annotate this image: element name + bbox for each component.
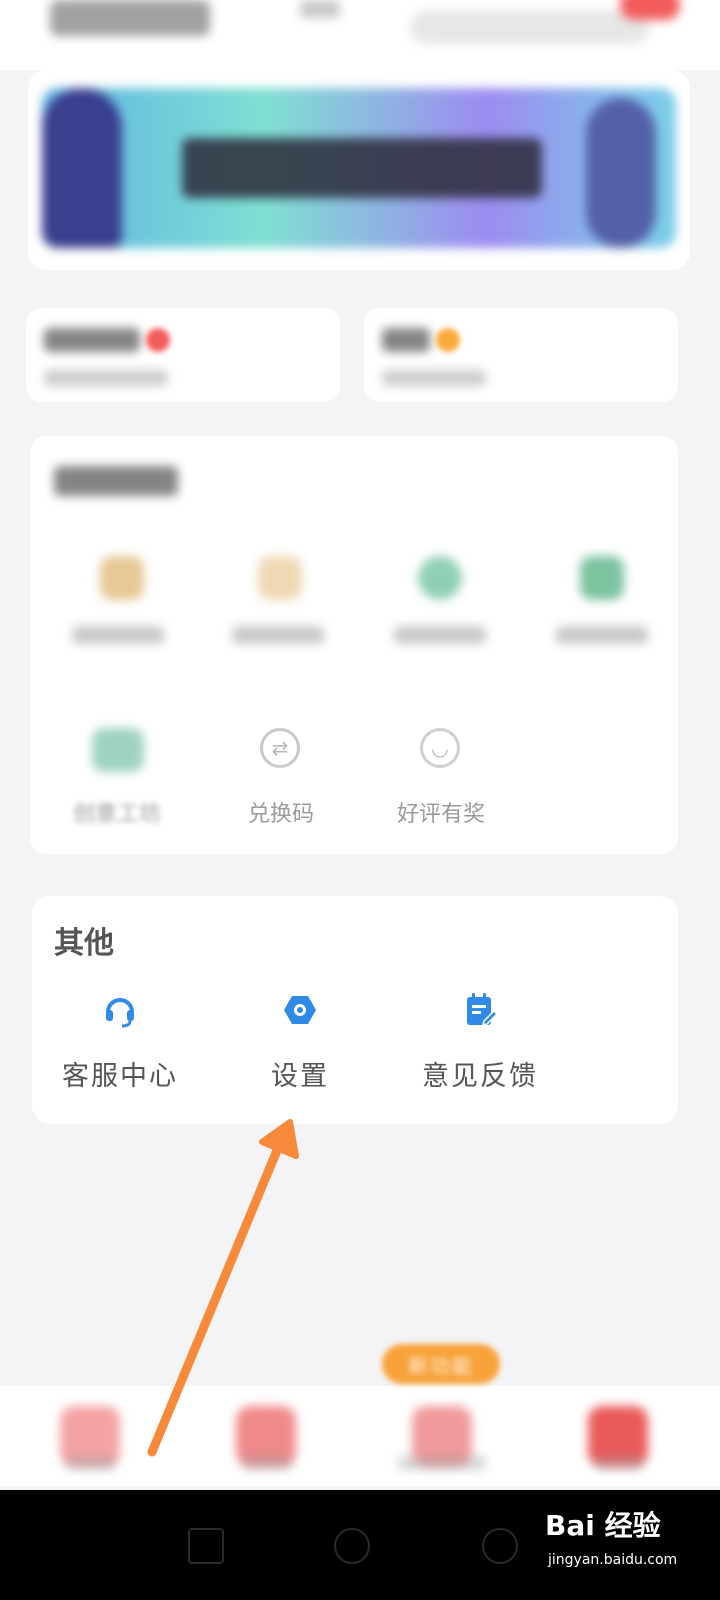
new-feature-badge: 新功能 <box>382 1344 500 1384</box>
function-label-4 <box>556 626 648 644</box>
banner-title <box>182 138 542 198</box>
headset-icon <box>106 998 134 1028</box>
back-button[interactable] <box>188 1528 224 1564</box>
info-card-left[interactable] <box>26 308 340 402</box>
banner-character-left <box>42 88 122 248</box>
header-badge[interactable] <box>620 0 680 20</box>
info-card-left-badge <box>146 328 170 352</box>
common-functions-title <box>54 466 178 496</box>
nav-label-3 <box>398 1456 486 1470</box>
function-icon-3[interactable] <box>418 556 462 600</box>
settings-icon <box>284 996 316 1024</box>
function-label-2 <box>232 626 324 644</box>
customer-service-label: 客服中心 <box>62 1061 178 1092</box>
settings-item[interactable]: 设置 <box>210 990 390 1093</box>
feedback-label: 意见反馈 <box>422 1061 538 1092</box>
feedback-item[interactable]: 意见反馈 <box>390 990 570 1093</box>
watermark-logo: Bai 经验 <box>545 1509 661 1542</box>
info-card-right-badge <box>436 328 460 352</box>
header-pill[interactable] <box>410 10 650 44</box>
watermark-site: jingyan.baidu.com <box>548 1552 678 1568</box>
header-icon <box>300 0 340 18</box>
common-functions-card <box>30 436 678 854</box>
rating-icon[interactable]: ◡ <box>420 728 460 768</box>
feedback-icon <box>467 993 499 1027</box>
info-card-right-subtitle <box>382 370 486 386</box>
promo-banner[interactable] <box>42 88 676 248</box>
top-header <box>0 0 720 70</box>
bottom-navigation <box>0 1386 720 1486</box>
exchange-label[interactable]: 兑换码 <box>196 796 366 828</box>
settings-label: 设置 <box>271 1061 329 1092</box>
nav-label-home <box>66 1456 116 1470</box>
info-card-right-title <box>382 328 430 352</box>
workshop-label[interactable]: 创意工坊 <box>32 796 202 828</box>
user-info[interactable] <box>50 0 210 36</box>
function-label-1 <box>72 626 164 644</box>
rating-label[interactable]: 好评有奖 <box>356 796 526 828</box>
function-icon-2[interactable] <box>258 556 302 600</box>
function-icon-1[interactable] <box>100 556 144 600</box>
customer-service-item[interactable]: 客服中心 <box>30 990 210 1093</box>
recents-button[interactable] <box>482 1528 518 1564</box>
info-card-left-title <box>44 328 140 352</box>
nav-label-2 <box>242 1456 292 1470</box>
function-icon-4[interactable] <box>580 556 624 600</box>
info-card-right[interactable] <box>364 308 678 402</box>
info-card-left-subtitle <box>44 370 168 386</box>
home-button[interactable] <box>334 1528 370 1564</box>
function-label-3 <box>394 626 486 644</box>
banner-character-right <box>586 98 656 248</box>
exchange-icon[interactable]: ⇄ <box>260 728 300 768</box>
workshop-icon[interactable] <box>92 728 144 772</box>
nav-label-profile <box>594 1456 644 1470</box>
other-section-title: 其他 <box>54 926 114 961</box>
